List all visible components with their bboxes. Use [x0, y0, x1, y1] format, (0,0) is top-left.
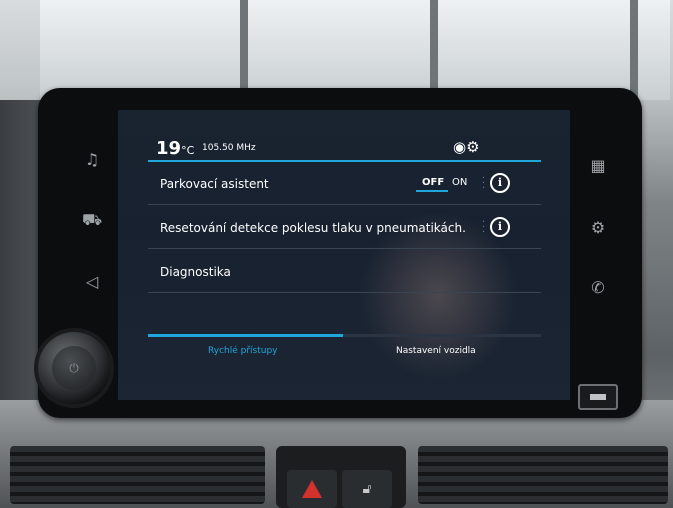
music-icon[interactable]: ♫: [82, 152, 102, 172]
tab-quick-access[interactable]: Rychlé přístupy: [208, 346, 278, 356]
radio-frequency: 105.50 MHz: [202, 143, 256, 153]
tab-active-indicator: [148, 334, 343, 337]
menu-item-parking-assist[interactable]: Parkovací asistent OFF ON · · · i: [148, 164, 541, 205]
window-frame: [430, 0, 438, 100]
air-vent-left[interactable]: [10, 446, 265, 504]
window-background: [40, 0, 670, 100]
menu-item-label: Parkovací asistent: [160, 177, 269, 191]
window-frame: [240, 0, 248, 100]
usb-port: [578, 384, 618, 410]
toggle-off-label[interactable]: OFF: [422, 177, 444, 188]
info-icon[interactable]: i: [490, 217, 510, 237]
hazard-triangle-icon: [302, 480, 322, 498]
settings-icon[interactable]: ⚙: [588, 220, 608, 240]
window-frame: [630, 0, 638, 100]
menu-item-tire-pressure-reset[interactable]: Resetování detekce poklesu tlaku v pneum…: [148, 208, 541, 249]
apps-icon[interactable]: ▦: [588, 158, 608, 178]
infotainment-screen: 19°C 105.50 MHz ◉⚙ Parkovací asistent OF…: [118, 110, 570, 400]
parking-assist-toggle[interactable]: OFF ON: [416, 176, 476, 192]
tab-vehicle-settings[interactable]: Nastavení vozidla: [396, 346, 476, 356]
menu-item-label: Diagnostika: [160, 265, 231, 279]
toggle-on-label[interactable]: ON: [452, 177, 467, 188]
power-icon[interactable]: ⏻: [52, 346, 96, 390]
temperature-readout: 19°C: [156, 138, 195, 159]
menu-item-diagnostics[interactable]: Diagnostika: [148, 252, 541, 293]
menu-item-label: Resetování detekce poklesu tlaku v pneum…: [160, 221, 466, 235]
separator-dots: · · ·: [482, 173, 486, 194]
status-divider: [148, 160, 541, 162]
separator-dots: · · ·: [482, 217, 486, 238]
toggle-indicator: [416, 190, 448, 192]
phone-icon[interactable]: ✆: [588, 280, 608, 300]
lock-icon: 🔓︎: [362, 481, 372, 497]
location-settings-icon[interactable]: ◉⚙: [453, 138, 480, 156]
air-vent-right[interactable]: [418, 446, 668, 504]
status-bar: 19°C 105.50 MHz ◉⚙: [118, 130, 570, 160]
car-icon[interactable]: ⛟: [82, 212, 102, 232]
hazard-button[interactable]: [287, 470, 337, 508]
info-icon[interactable]: i: [490, 173, 510, 193]
door-lock-button[interactable]: 🔓︎: [342, 470, 392, 508]
navigation-icon[interactable]: ◁: [82, 274, 102, 294]
